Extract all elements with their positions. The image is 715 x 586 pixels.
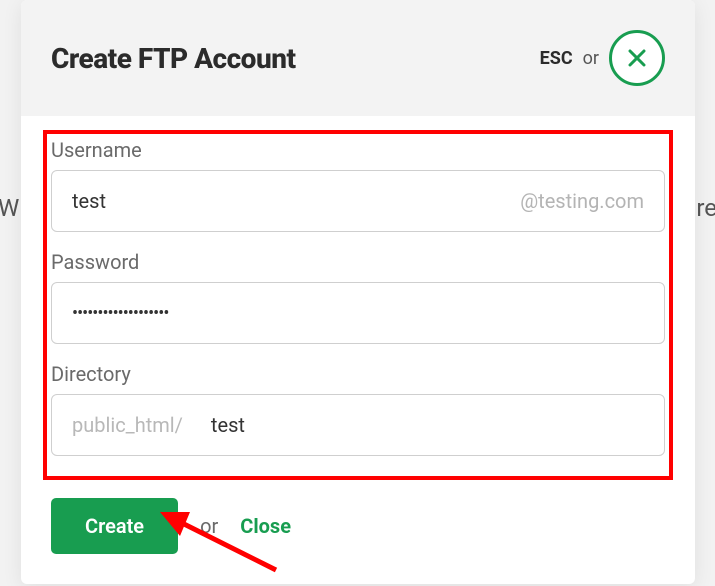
background-text-left: W (0, 194, 19, 222)
close-icon (627, 48, 647, 68)
password-group: Password ••••••••••••••••••• (45, 250, 671, 344)
directory-prefix: public_html/ (72, 413, 183, 437)
modal-footer: Create or Close (21, 484, 695, 584)
modal-header: Create FTP Account ESC or (21, 0, 695, 116)
username-input-wrap[interactable]: @testing.com (51, 170, 665, 232)
close-link[interactable]: Close (240, 514, 291, 538)
background-text-right: re (696, 194, 715, 222)
directory-input[interactable] (211, 413, 644, 437)
header-or-label: or (583, 48, 599, 69)
username-domain-suffix: @testing.com (520, 189, 644, 213)
password-label: Password (51, 250, 665, 274)
modal-body: Username @testing.com Password •••••••••… (21, 116, 695, 484)
esc-label: ESC (540, 48, 573, 69)
footer-or-label: or (200, 514, 218, 538)
username-group: Username @testing.com (45, 138, 671, 232)
directory-label: Directory (51, 362, 665, 386)
password-input-wrap[interactable]: ••••••••••••••••••• (51, 282, 665, 344)
directory-group: Directory public_html/ (45, 362, 671, 456)
create-button[interactable]: Create (51, 498, 178, 554)
password-input[interactable]: ••••••••••••••••••• (72, 303, 644, 324)
header-close-area: ESC or (540, 30, 665, 86)
create-ftp-modal: Create FTP Account ESC or Username @test… (21, 0, 695, 584)
close-button[interactable] (609, 30, 665, 86)
directory-input-wrap[interactable]: public_html/ (51, 394, 665, 456)
modal-title: Create FTP Account (51, 42, 296, 75)
username-label: Username (51, 138, 665, 162)
username-input[interactable] (72, 189, 520, 213)
